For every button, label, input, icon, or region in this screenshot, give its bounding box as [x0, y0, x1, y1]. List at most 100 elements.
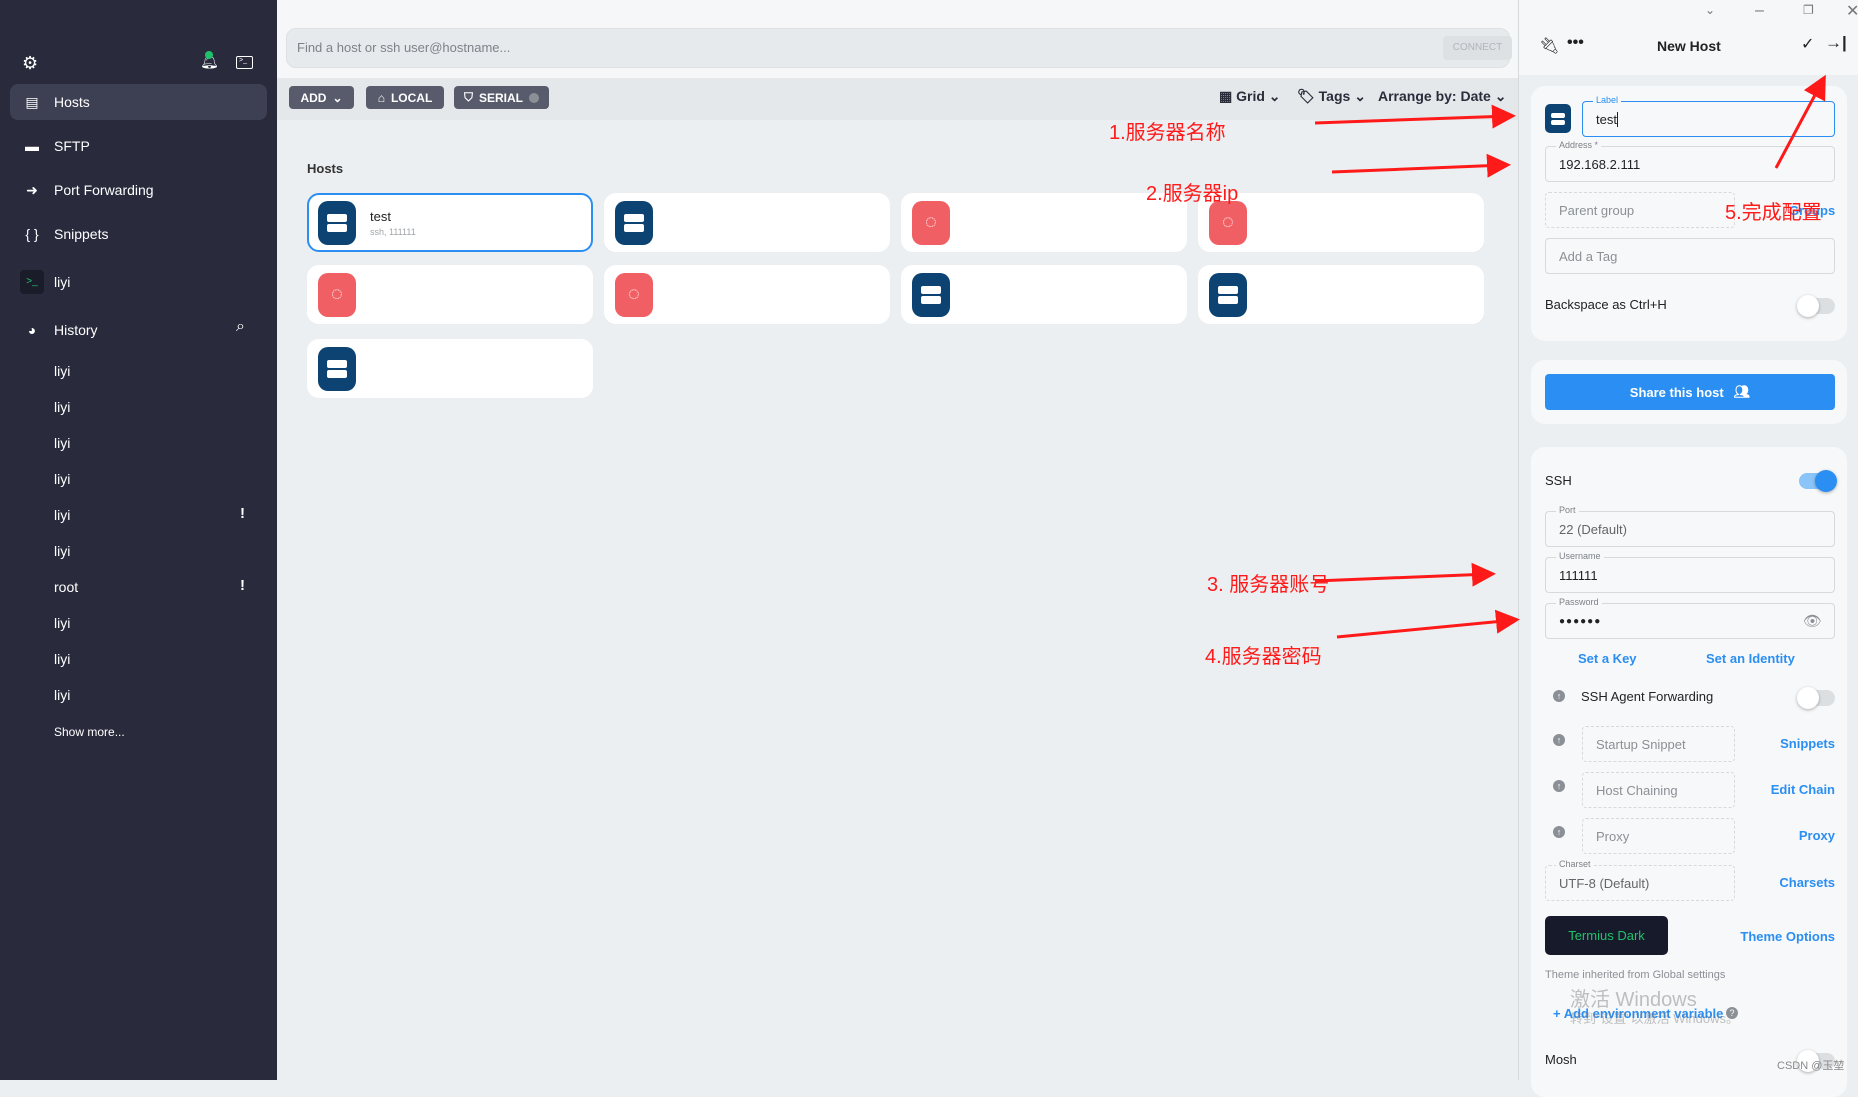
upgrade-icon — [529, 92, 540, 103]
set-identity-link[interactable]: Set an Identity — [1706, 651, 1795, 666]
username-field[interactable]: Username 111111 — [1545, 551, 1835, 593]
proxy-field[interactable]: Proxy — [1582, 818, 1735, 854]
plug-icon[interactable]: 🔌︎ — [1539, 36, 1559, 56]
search-input[interactable]: Find a host or ssh user@hostname... CONN… — [286, 28, 1512, 68]
host-card[interactable]: ◌ — [307, 265, 593, 324]
sidebar-item-sftp[interactable]: ▬ SFTP — [10, 128, 267, 164]
port-field[interactable]: Port 22 (Default) — [1545, 505, 1835, 547]
parent-group-placeholder: Parent group — [1559, 202, 1635, 218]
tag-icon: 🏷︎ — [1297, 88, 1315, 104]
tags-filter[interactable]: 🏷︎ Tags ⌄ — [1297, 88, 1366, 105]
chevron-down-icon: ⌄ — [332, 90, 343, 105]
host-card[interactable]: ◌ — [1198, 193, 1484, 252]
host-card[interactable]: ◌ — [604, 265, 890, 324]
terminal-session-liyi[interactable]: >_ liyi — [10, 264, 267, 300]
serial-button[interactable]: ⛉ SERIAL — [454, 86, 549, 109]
charsets-link[interactable]: Charsets — [1779, 875, 1835, 890]
host-card[interactable] — [1198, 265, 1484, 324]
history-item[interactable]: liyi — [54, 507, 70, 523]
port-forward-icon: ➜ — [26, 181, 38, 198]
notification-dot — [205, 51, 213, 59]
host-chaining-field[interactable]: Host Chaining — [1582, 772, 1735, 808]
host-card[interactable] — [307, 339, 593, 398]
edit-chain-link[interactable]: Edit Chain — [1771, 782, 1835, 797]
show-more-link[interactable]: Show more... — [54, 725, 125, 739]
tag-field[interactable]: Add a Tag — [1545, 238, 1835, 274]
history-item[interactable]: liyi — [54, 435, 70, 451]
history-item[interactable]: liyi — [54, 363, 70, 379]
proxy-link[interactable]: Proxy — [1799, 828, 1835, 843]
restore-icon[interactable]: ❐ — [1803, 3, 1814, 17]
home-icon: ⌂ — [377, 90, 385, 105]
grid-view-toggle[interactable]: ▦ Grid ⌄ — [1219, 88, 1281, 105]
share-host-button[interactable]: Share this host 👥︎ — [1545, 374, 1835, 410]
agent-forwarding-toggle[interactable] — [1797, 687, 1835, 709]
history-item[interactable]: liyi — [54, 399, 70, 415]
address-field[interactable]: Address * 192.168.2.111 — [1545, 140, 1835, 182]
sidebar-item-label: SFTP — [54, 138, 90, 154]
set-key-link[interactable]: Set a Key — [1578, 651, 1637, 666]
chevron-down-icon[interactable]: ⌄ — [1705, 3, 1715, 17]
history-item[interactable]: liyi — [54, 471, 70, 487]
eye-off-icon[interactable]: 👁︎ — [1803, 612, 1822, 630]
host-card[interactable] — [901, 265, 1187, 324]
history-item[interactable]: root — [54, 579, 78, 595]
ubuntu-icon: ◌ — [318, 272, 356, 317]
arrange-by-dropdown[interactable]: Arrange by: Date ⌄ — [1378, 88, 1506, 105]
annotation-3: 3. 服务器账号 — [1207, 574, 1330, 596]
server-icon — [318, 346, 356, 391]
backspace-label: Backspace as Ctrl+H — [1545, 297, 1667, 312]
session-label: liyi — [54, 274, 71, 290]
settings-gear-icon[interactable]: ⚙ — [22, 53, 38, 74]
search-placeholder: Find a host or ssh user@hostname... — [297, 40, 511, 55]
collapse-panel-icon[interactable]: →| — [1825, 33, 1847, 53]
server-icon — [318, 200, 356, 245]
sidebar-item-hosts[interactable]: ▤ Hosts — [10, 84, 267, 120]
startup-snippet-field[interactable]: Startup Snippet — [1582, 726, 1735, 762]
add-button[interactable]: ADD ⌄ — [289, 86, 354, 109]
history-item[interactable]: liyi — [54, 651, 70, 667]
ubuntu-icon: ◌ — [912, 200, 950, 245]
arrange-label: Arrange by: Date — [1378, 88, 1491, 104]
label-value: test — [1596, 111, 1617, 127]
sidebar-item-snippets[interactable]: { } Snippets — [10, 216, 267, 252]
minimize-icon[interactable]: – — [1755, 2, 1764, 20]
startup-snippet-placeholder: Startup Snippet — [1596, 736, 1686, 752]
parent-group-field[interactable]: Parent group — [1545, 192, 1735, 228]
warning-icon: ! — [240, 505, 245, 522]
sidebar: ⚙ 🔔︎ >_ ▤ Hosts ▬ SFTP ➜ Port Forwarding { … — [0, 0, 277, 1080]
history-item[interactable]: liyi — [54, 615, 70, 631]
host-card[interactable] — [604, 193, 890, 252]
history-item[interactable]: liyi — [54, 543, 70, 559]
add-label: ADD — [300, 90, 327, 105]
more-options-icon[interactable]: ••• — [1567, 34, 1584, 52]
password-field[interactable]: Password ●●●●●● 👁︎ — [1545, 597, 1835, 639]
charset-value: UTF-8 (Default) — [1559, 875, 1650, 891]
password-label: Password — [1556, 597, 1602, 607]
panel-title: New Host — [1657, 38, 1721, 54]
terminal-icon[interactable]: >_ — [236, 56, 253, 69]
theme-button[interactable]: Termius Dark — [1545, 916, 1668, 955]
label-field[interactable]: Label test — [1582, 95, 1835, 137]
agent-forwarding-label: SSH Agent Forwarding — [1581, 689, 1714, 704]
ssh-toggle[interactable] — [1799, 470, 1837, 492]
close-icon[interactable]: ✕ — [1846, 1, 1858, 21]
theme-options-link[interactable]: Theme Options — [1740, 929, 1835, 944]
username-value: 111111 — [1559, 567, 1598, 583]
hosts-icon: ▤ — [25, 93, 39, 110]
charset-label: Charset — [1556, 859, 1594, 869]
local-button[interactable]: ⌂ LOCAL — [366, 86, 444, 109]
search-icon[interactable]: ⌕ — [236, 318, 245, 336]
snippets-link[interactable]: Snippets — [1780, 736, 1835, 751]
history-item[interactable]: liyi — [54, 687, 70, 703]
host-card[interactable]: ◌ — [901, 193, 1187, 252]
grid-label: Grid — [1236, 88, 1265, 104]
backspace-toggle[interactable] — [1797, 295, 1835, 317]
annotation-5: 5.完成配置 — [1725, 202, 1822, 224]
host-card[interactable]: test ssh, 111111 — [307, 193, 593, 252]
label-field-label: Label — [1593, 95, 1622, 105]
charset-field[interactable]: Charset UTF-8 (Default) — [1545, 859, 1735, 901]
save-check-icon[interactable]: ✓ — [1801, 34, 1814, 54]
connect-button[interactable]: CONNECT — [1443, 36, 1512, 60]
sidebar-item-port-forwarding[interactable]: ➜ Port Forwarding — [10, 172, 267, 208]
